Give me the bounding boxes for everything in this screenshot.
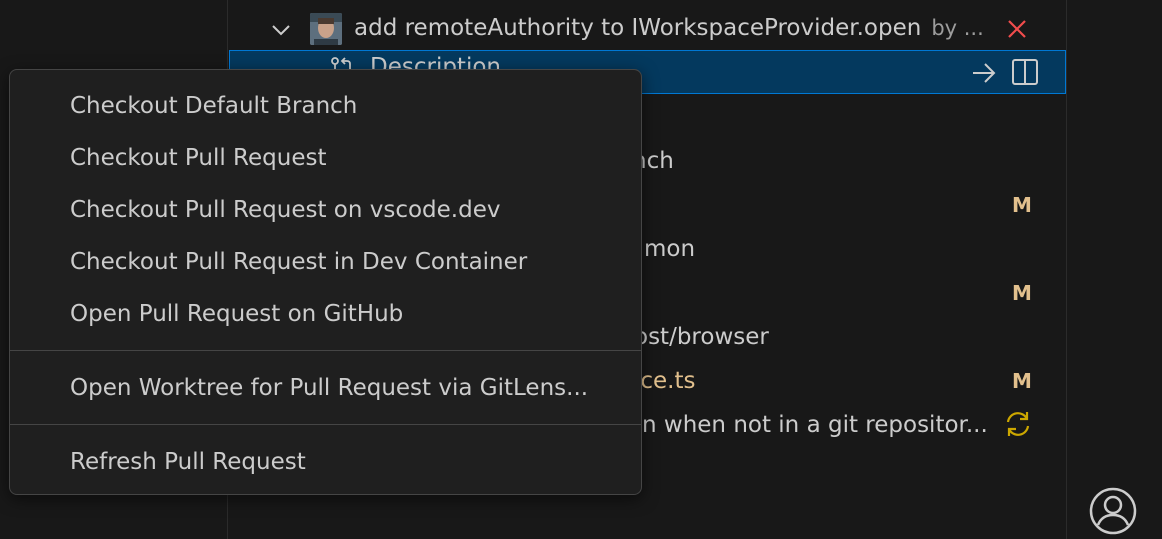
- modified-badge: M: [1012, 193, 1032, 217]
- modified-badge: M: [1012, 369, 1032, 393]
- menu-item-checkout-pull-request[interactable]: Checkout Pull Request: [10, 132, 641, 184]
- pull-request-title-text: add remoteAuthority to IWorkspaceProvide…: [354, 15, 922, 41]
- avatar: [310, 13, 342, 45]
- menu-item-open-worktree-gitlens[interactable]: Open Worktree for Pull Request via GitLe…: [10, 362, 641, 414]
- pull-request-row[interactable]: add remoteAuthority to IWorkspaceProvide…: [228, 7, 1066, 51]
- menu-item-checkout-default-branch[interactable]: Checkout Default Branch: [10, 80, 641, 132]
- menu-item-checkout-dev-container[interactable]: Checkout Pull Request in Dev Container: [10, 236, 641, 288]
- menu-separator: [10, 350, 641, 351]
- context-menu: Checkout Default Branch Checkout Pull Re…: [9, 69, 642, 495]
- arrow-right-icon[interactable]: [970, 59, 998, 87]
- menu-item-refresh-pull-request[interactable]: Refresh Pull Request: [10, 436, 641, 488]
- tree-item-browser-path[interactable]: ost/browser: [634, 324, 769, 350]
- menu-item-open-on-github[interactable]: Open Pull Request on GitHub: [10, 288, 641, 340]
- sync-icon: [1006, 412, 1030, 436]
- tree-item-commit[interactable]: n when not in a git repositor...: [642, 412, 988, 438]
- activity-bar-right: [1066, 0, 1162, 539]
- menu-item-checkout-vscode-dev[interactable]: Checkout Pull Request on vscode.dev: [10, 184, 641, 236]
- menu-separator: [10, 424, 641, 425]
- pull-request-title: add remoteAuthority to IWorkspaceProvide…: [354, 15, 984, 41]
- modified-badge: M: [1012, 281, 1032, 305]
- close-icon[interactable]: [1003, 15, 1031, 43]
- tree-item-file[interactable]: ice.ts: [634, 368, 696, 394]
- pull-request-author: by ...: [931, 16, 984, 40]
- chevron-down-icon[interactable]: [268, 17, 294, 43]
- tree-item-common[interactable]: mon: [644, 236, 695, 262]
- split-editor-icon[interactable]: [1010, 57, 1040, 87]
- account-icon[interactable]: [1088, 486, 1138, 536]
